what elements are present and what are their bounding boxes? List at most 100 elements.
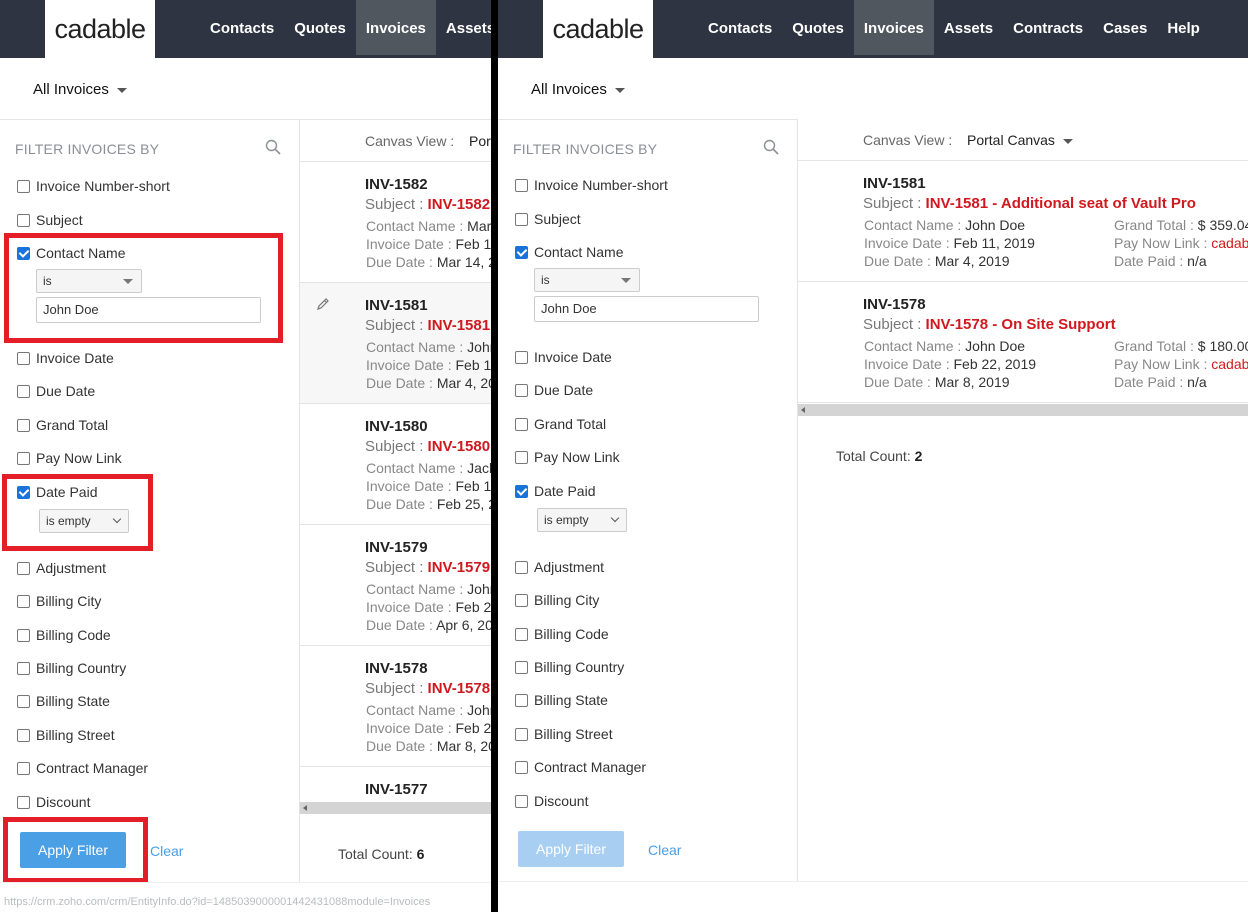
invoice-number[interactable]: INV-1579 xyxy=(365,539,428,556)
invoice-number[interactable]: INV-1581 xyxy=(863,175,926,192)
checkbox-icon[interactable] xyxy=(515,560,528,574)
checkbox-icon[interactable] xyxy=(515,627,528,641)
invoice-number[interactable]: INV-1578 xyxy=(365,660,428,677)
filter-date-paid[interactable]: Date Paid xyxy=(17,484,97,500)
filter-billing-city[interactable]: Billing City xyxy=(515,592,599,608)
filter-billing-code[interactable]: Billing Code xyxy=(515,626,609,642)
checkbox-icon[interactable] xyxy=(17,594,30,608)
checkbox-icon[interactable] xyxy=(515,450,528,464)
filter-adjustment[interactable]: Adjustment xyxy=(515,559,604,575)
checkbox-icon[interactable] xyxy=(515,484,528,498)
contact-name-value-input[interactable]: John Doe xyxy=(534,296,759,322)
nav-assets[interactable]: Assets xyxy=(934,0,1003,55)
filter-discount[interactable]: Discount xyxy=(17,794,90,810)
contact-name-operator-select[interactable]: is xyxy=(534,268,640,292)
checkbox-icon[interactable] xyxy=(515,593,528,607)
checkbox-icon[interactable] xyxy=(515,727,528,741)
filter-billing-state[interactable]: Billing State xyxy=(17,693,110,709)
checkbox-icon[interactable] xyxy=(515,660,528,674)
filter-billing-code[interactable]: Billing Code xyxy=(17,627,111,643)
filter-billing-city[interactable]: Billing City xyxy=(17,593,101,609)
invoice-record[interactable]: INV-1578 Subject : INV-1578 - On Site Su… xyxy=(798,282,1248,403)
filter-invoice-number-short[interactable]: Invoice Number-short xyxy=(515,177,668,193)
invoice-record[interactable]: INV-1581 Subject : INV-1581 - Additional… xyxy=(798,161,1248,282)
nav-contracts[interactable]: Contracts xyxy=(1003,0,1093,55)
cadable-logo[interactable]: cadable xyxy=(543,0,653,58)
date-paid-operator-select[interactable]: is empty xyxy=(537,508,627,532)
checkbox-icon[interactable] xyxy=(515,350,528,364)
invoice-record[interactable]: INV-1578 Subject : INV-1578 Contact Name… xyxy=(300,646,491,767)
edit-pencil-icon[interactable] xyxy=(316,297,330,311)
scroll-left-icon[interactable] xyxy=(303,805,307,811)
horizontal-scrollbar[interactable] xyxy=(798,404,1248,416)
filter-contract-manager[interactable]: Contract Manager xyxy=(515,759,646,775)
search-icon[interactable] xyxy=(265,139,281,155)
checkbox-icon[interactable] xyxy=(515,760,528,774)
filter-contract-manager[interactable]: Contract Manager xyxy=(17,760,148,776)
checkbox-icon[interactable] xyxy=(17,485,30,499)
checkbox-icon[interactable] xyxy=(17,561,30,575)
checkbox-icon[interactable] xyxy=(515,383,528,397)
view-selector[interactable]: All Invoices xyxy=(531,81,625,98)
view-selector[interactable]: All Invoices xyxy=(33,81,127,98)
checkbox-icon[interactable] xyxy=(515,245,528,259)
filter-invoice-date[interactable]: Invoice Date xyxy=(17,350,114,366)
horizontal-scrollbar[interactable] xyxy=(300,802,491,814)
checkbox-icon[interactable] xyxy=(17,179,30,193)
filter-discount[interactable]: Discount xyxy=(515,793,588,809)
filter-pay-now-link[interactable]: Pay Now Link xyxy=(17,450,122,466)
filter-contact-name[interactable]: Contact Name xyxy=(515,244,623,260)
checkbox-icon[interactable] xyxy=(515,417,528,431)
nav-help[interactable]: Help xyxy=(1157,0,1210,55)
invoice-record[interactable]: INV-1582 Subject : INV-1582 Contact Name… xyxy=(300,162,491,283)
canvas-view-select[interactable]: Port xyxy=(469,133,491,149)
nav-quotes[interactable]: Quotes xyxy=(284,0,356,55)
checkbox-icon[interactable] xyxy=(17,246,30,260)
filter-due-date[interactable]: Due Date xyxy=(17,383,95,399)
filter-pay-now-link[interactable]: Pay Now Link xyxy=(515,449,620,465)
nav-assets[interactable]: Assets xyxy=(436,0,491,55)
checkbox-icon[interactable] xyxy=(17,451,30,465)
checkbox-icon[interactable] xyxy=(17,213,30,227)
contact-name-value-input[interactable]: John Doe xyxy=(36,297,261,323)
cadable-logo[interactable]: cadable xyxy=(45,0,155,58)
invoice-record[interactable]: INV-1577 xyxy=(300,767,491,802)
nav-quotes[interactable]: Quotes xyxy=(782,0,854,55)
pay-now-link[interactable]: cadab xyxy=(1211,235,1248,251)
checkbox-icon[interactable] xyxy=(515,212,528,226)
filter-date-paid[interactable]: Date Paid xyxy=(515,483,595,499)
filter-invoice-number-short[interactable]: Invoice Number-short xyxy=(17,178,170,194)
filter-billing-country[interactable]: Billing Country xyxy=(17,660,126,676)
invoice-number[interactable]: INV-1578 xyxy=(863,296,926,313)
filter-due-date[interactable]: Due Date xyxy=(515,382,593,398)
checkbox-icon[interactable] xyxy=(515,794,528,808)
contact-name-operator-select[interactable]: is xyxy=(36,269,142,293)
search-icon[interactable] xyxy=(763,139,779,155)
date-paid-operator-select[interactable]: is empty xyxy=(39,509,129,533)
invoice-record[interactable]: INV-1579 Subject : INV-1579 Contact Name… xyxy=(300,525,491,646)
filter-subject[interactable]: Subject xyxy=(515,211,581,227)
invoice-number[interactable]: INV-1582 xyxy=(365,176,428,193)
canvas-view-select[interactable]: Portal Canvas xyxy=(967,132,1073,148)
checkbox-icon[interactable] xyxy=(17,628,30,642)
filter-billing-street[interactable]: Billing Street xyxy=(17,727,115,743)
scroll-left-icon[interactable] xyxy=(801,407,805,413)
filter-adjustment[interactable]: Adjustment xyxy=(17,560,106,576)
checkbox-icon[interactable] xyxy=(17,351,30,365)
invoice-number[interactable]: INV-1580 xyxy=(365,418,428,435)
checkbox-icon[interactable] xyxy=(17,384,30,398)
clear-filter-link[interactable]: Clear xyxy=(150,843,183,859)
clear-filter-link[interactable]: Clear xyxy=(648,842,681,858)
invoice-record[interactable]: INV-1581 Subject : INV-1581 Contact Name… xyxy=(300,283,491,404)
filter-billing-street[interactable]: Billing Street xyxy=(515,726,613,742)
filter-grand-total[interactable]: Grand Total xyxy=(515,416,606,432)
apply-filter-button[interactable]: Apply Filter xyxy=(20,832,126,868)
invoice-number[interactable]: INV-1581 xyxy=(365,297,428,314)
checkbox-icon[interactable] xyxy=(17,661,30,675)
apply-filter-button[interactable]: Apply Filter xyxy=(518,831,624,867)
nav-cases[interactable]: Cases xyxy=(1093,0,1157,55)
nav-contacts[interactable]: Contacts xyxy=(698,0,782,55)
nav-contacts[interactable]: Contacts xyxy=(200,0,284,55)
checkbox-icon[interactable] xyxy=(515,178,528,192)
invoice-record[interactable]: INV-1580 Subject : INV-1580 Contact Name… xyxy=(300,404,491,525)
